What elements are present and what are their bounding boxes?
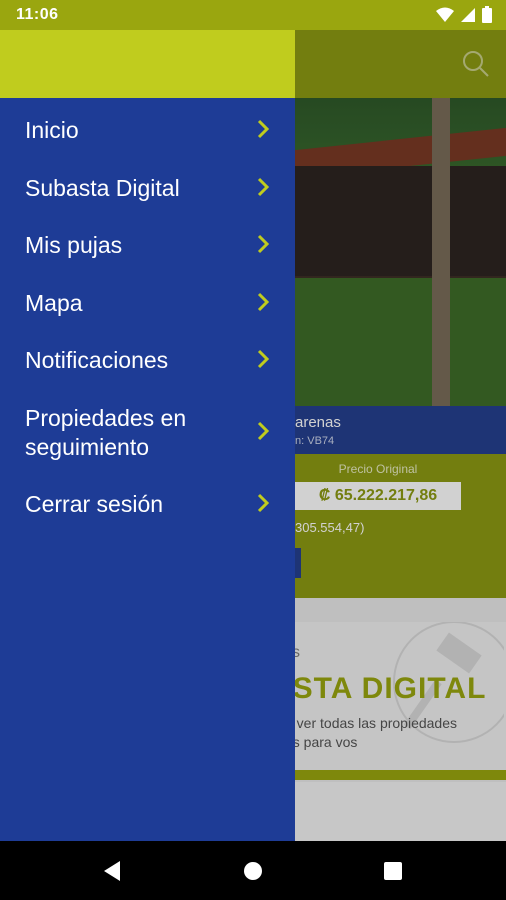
menu-item-label: Notificaciones	[25, 347, 169, 373]
home-icon[interactable]	[240, 858, 266, 884]
menu-item-mapa[interactable]: Mapa	[0, 273, 295, 331]
chevron-right-icon	[257, 349, 270, 369]
back-icon[interactable]	[100, 858, 126, 884]
menu-item-label: Inicio	[25, 117, 79, 143]
menu-item-label: Subasta Digital	[25, 174, 180, 201]
menu-item-propiedades-en-seguimiento[interactable]: Propiedades en seguimiento	[0, 388, 295, 474]
wifi-icon	[436, 7, 454, 22]
menu-item-label: Cerrar sesión	[25, 490, 164, 517]
chevron-right-icon	[257, 234, 270, 254]
drawer-menu: Inicio Subasta Digital Mis pujas Mapa No…	[0, 100, 295, 531]
menu-item-inicio[interactable]: Inicio	[0, 100, 295, 158]
menu-item-cerrar-sesion[interactable]: Cerrar sesión	[0, 474, 295, 532]
system-navigation-bar	[0, 841, 506, 900]
chevron-right-icon	[257, 421, 270, 440]
chevron-right-icon	[257, 119, 270, 139]
navigation-drawer: Inicio Subasta Digital Mis pujas Mapa No…	[0, 30, 295, 841]
menu-item-notificaciones[interactable]: Notificaciones	[0, 330, 295, 388]
menu-item-mis-pujas[interactable]: Mis pujas	[0, 215, 295, 273]
battery-icon	[482, 6, 492, 23]
chevron-right-icon	[257, 493, 270, 512]
menu-item-label: Mapa	[25, 289, 83, 316]
chevron-right-icon	[257, 177, 270, 196]
status-time: 11:06	[16, 6, 59, 23]
menu-item-subasta-digital[interactable]: Subasta Digital	[0, 158, 295, 216]
chevron-right-icon	[257, 292, 270, 311]
signal-icon	[461, 7, 475, 22]
status-bar: 11:06	[0, 0, 506, 30]
drawer-scrim[interactable]	[295, 30, 506, 841]
recents-icon[interactable]	[380, 858, 406, 884]
status-icons	[436, 6, 492, 23]
drawer-header	[0, 30, 295, 98]
menu-item-label: Propiedades en seguimiento	[25, 404, 187, 460]
menu-item-label: Mis pujas	[25, 232, 123, 258]
